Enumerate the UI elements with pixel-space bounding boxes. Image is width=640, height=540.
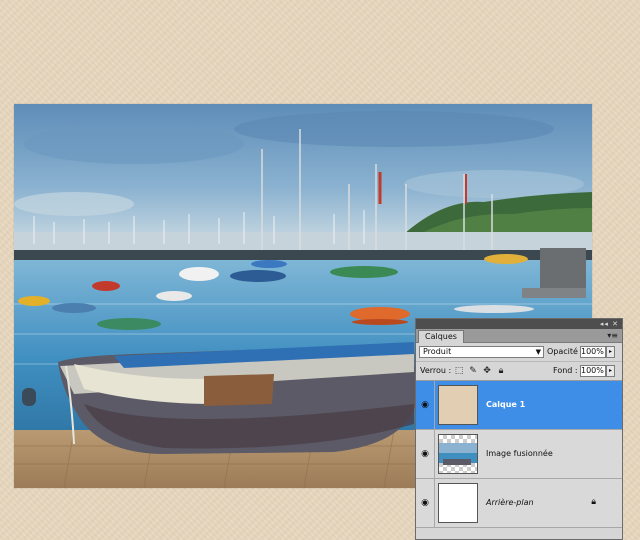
layer-lock-icon: 🔒︎ [591, 497, 596, 507]
lock-position-icon[interactable]: ✥ [482, 366, 492, 376]
lock-row: Verrou : ⬚ ✎ ✥ 🔒︎ Fond : 100% ▸ [416, 362, 622, 381]
lock-transparency-icon[interactable]: ⬚ [454, 366, 464, 376]
visibility-eye-icon[interactable]: ◉ [416, 381, 435, 429]
layer-name: Arrière-plan [486, 498, 534, 507]
panel-menu-icon[interactable]: ▾≡ [607, 330, 618, 342]
fill-stepper-icon[interactable]: ▸ [606, 365, 615, 377]
panel-collapse-icon[interactable]: ◂◂ ✕ [600, 319, 619, 329]
fill-label: Fond : [553, 366, 578, 375]
blend-row: Produit ▼ Opacité : 100% ▸ [416, 343, 622, 362]
layer-thumbnail [438, 385, 478, 425]
layer-thumbnail [438, 483, 478, 523]
opacity-input[interactable]: 100% [580, 346, 606, 358]
layer-row-calque-1[interactable]: ◉ Calque 1 [416, 381, 622, 430]
layer-name: Calque 1 [486, 400, 526, 409]
opacity-stepper-icon[interactable]: ▸ [606, 346, 615, 358]
lock-all-icon[interactable]: 🔒︎ [496, 366, 506, 376]
visibility-eye-icon[interactable]: ◉ [416, 430, 435, 478]
lock-pixels-icon[interactable]: ✎ [468, 366, 478, 376]
fill-input[interactable]: 100% [580, 365, 606, 377]
blend-mode-select[interactable]: Produit ▼ [419, 346, 544, 358]
panel-tabrow: Calques ▾≡ [416, 329, 622, 343]
layer-name: Image fusionnée [486, 449, 553, 458]
layers-panel: ◂◂ ✕ Calques ▾≡ Produit ▼ Opacité : 100%… [415, 318, 623, 540]
harbor-thumbnail-image [439, 443, 477, 465]
lock-label: Verrou : [420, 366, 452, 375]
layer-row-arriere-plan[interactable]: ◉ Arrière-plan 🔒︎ [416, 479, 622, 528]
visibility-eye-icon[interactable]: ◉ [416, 479, 435, 527]
blend-mode-value: Produit [423, 347, 452, 356]
tab-calques[interactable]: Calques [418, 330, 464, 343]
panel-titlebar[interactable]: ◂◂ ✕ [416, 319, 622, 329]
opacity-label: Opacité : [547, 347, 584, 356]
layer-thumbnail [438, 434, 478, 474]
chevron-down-icon: ▼ [535, 348, 541, 356]
layer-row-image-fusionnee[interactable]: ◉ Image fusionnée [416, 430, 622, 479]
